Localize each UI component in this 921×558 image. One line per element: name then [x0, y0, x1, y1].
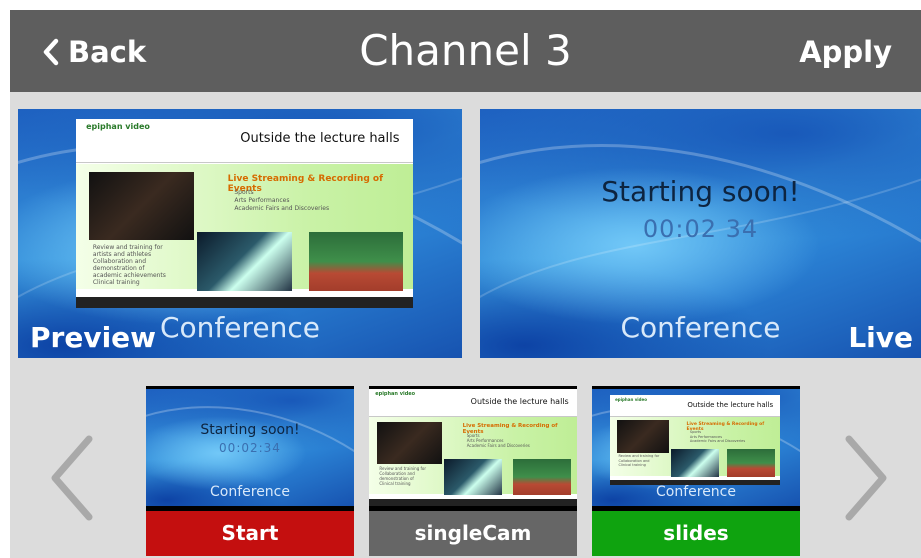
- slide-bullets-top: Sports Arts Performances Academic Fairs …: [690, 430, 745, 444]
- bullet-item: Clinical training: [618, 463, 646, 468]
- slide-logo: epiphan video: [615, 396, 647, 402]
- bullet-item: Sports: [234, 188, 254, 196]
- bullet-item: Arts Performances: [234, 196, 290, 204]
- violin-photo: [616, 420, 670, 453]
- slide-title: Outside the lecture halls: [240, 131, 400, 147]
- thumbnail-preview: epiphan video Outside the lecture halls …: [592, 389, 800, 506]
- app-window: Back Channel 3 Apply epiphan video Outsi…: [10, 10, 921, 558]
- chevron-right-icon: [845, 435, 887, 521]
- bullet-item: Review and training for: [92, 243, 163, 251]
- starting-soon-text: Starting soon!: [200, 422, 300, 438]
- chevron-left-icon: [51, 435, 93, 521]
- mini-slide: epiphan video Outside the lecture halls …: [610, 395, 780, 485]
- bullet-item: Academic Fairs and Discoveries: [689, 439, 746, 444]
- runner-photo: [512, 459, 571, 496]
- slide-footer: [369, 498, 577, 506]
- apply-button[interactable]: Apply: [799, 32, 892, 72]
- header-bar: Back Channel 3 Apply: [10, 10, 921, 92]
- layout-thumbnail-start[interactable]: Starting soon! 00:02:34 Conference Start: [146, 386, 354, 556]
- lab-photo: [197, 232, 292, 291]
- bullet-item: artists and athletes: [92, 250, 152, 258]
- runner-photo: [308, 232, 403, 291]
- bullet-item: Collaboration and: [92, 257, 147, 265]
- runner-photo: [727, 449, 775, 477]
- preview-tag: Preview: [30, 321, 157, 354]
- layout-label: slides: [592, 511, 800, 556]
- slide-title: Outside the lecture halls: [470, 396, 569, 406]
- countdown-timer: 00:02 34: [642, 215, 759, 243]
- slide-bullets-top: Sports Arts Performances Academic Fairs …: [467, 433, 530, 448]
- lab-photo: [443, 459, 503, 496]
- thumbnail-preview: epiphan video Outside the lecture halls …: [369, 389, 577, 506]
- live-tag: Live: [848, 321, 913, 354]
- preview-panel[interactable]: epiphan video Outside the lecture halls …: [18, 109, 462, 358]
- bullet-item: Academic Fairs and Discoveries: [466, 443, 530, 449]
- slide-bullets-left: Review and training for Collaboration an…: [379, 466, 426, 486]
- prev-layout-button[interactable]: [47, 433, 95, 527]
- bullet-item: academic achievements: [92, 271, 166, 279]
- slide-header: epiphan video Outside the lecture halls: [610, 395, 780, 417]
- layout-label: Start: [146, 511, 354, 556]
- conference-label: Conference: [209, 484, 290, 500]
- bullet-item: Clinical training: [92, 278, 140, 286]
- slide-title: Outside the lecture halls: [687, 400, 774, 409]
- slide-logo: epiphan video: [86, 122, 150, 132]
- bullet-item: Academic Fairs and Discoveries: [234, 204, 330, 212]
- violin-photo: [377, 421, 442, 464]
- live-panel[interactable]: Starting soon! 00:02 34 Conference Live: [480, 109, 921, 358]
- bullet-item: Clinical training: [379, 481, 411, 487]
- lab-photo: [671, 449, 719, 477]
- layout-thumbnail-singlecam[interactable]: epiphan video Outside the lecture halls …: [369, 386, 577, 556]
- preview-slide: epiphan video Outside the lecture halls …: [76, 119, 413, 308]
- layout-label: singleCam: [369, 511, 577, 556]
- slide-bullets-top: Sports Arts Performances Academic Fairs …: [234, 189, 329, 213]
- slide-bullets-left: Review and training for artists and athl…: [93, 244, 166, 286]
- conference-label: Conference: [655, 484, 736, 500]
- violin-photo: [89, 171, 194, 240]
- page-title: Channel 3: [359, 26, 572, 75]
- slide-footer: [76, 296, 413, 308]
- slide-header: epiphan video Outside the lecture halls: [76, 119, 413, 164]
- bullet-item: demonstration of: [92, 264, 145, 272]
- slide-logo: epiphan video: [375, 391, 416, 398]
- slide-header: epiphan video Outside the lecture halls: [369, 389, 577, 417]
- countdown-timer: 00:02:34: [219, 441, 281, 455]
- slide-bullets-left: Review and training for Collaboration an…: [619, 454, 660, 468]
- layout-thumbnail-slides[interactable]: epiphan video Outside the lecture halls …: [592, 386, 800, 556]
- next-layout-button[interactable]: [843, 433, 891, 527]
- starting-soon-text: Starting soon!: [601, 175, 800, 208]
- thumbnail-preview: Starting soon! 00:02:34 Conference: [146, 389, 354, 506]
